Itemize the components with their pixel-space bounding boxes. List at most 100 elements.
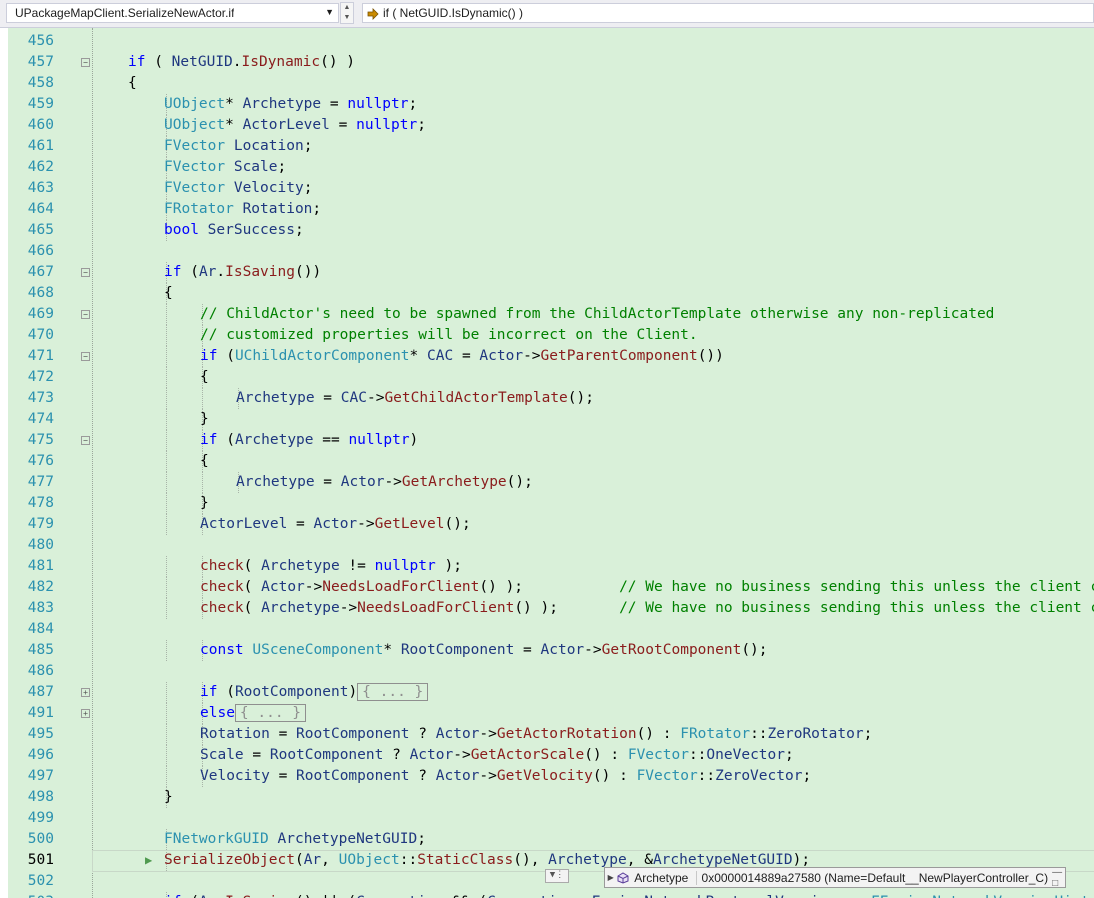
code-text: const USceneComponent* RootComponent = A… (200, 640, 768, 661)
code-token: (); (741, 642, 768, 658)
code-token: Archetype (548, 852, 627, 868)
code-token: ()) (697, 348, 724, 364)
line-number: 477 (27, 474, 54, 490)
code-line[interactable]: 470 // customized properties will be inco… (0, 325, 1094, 346)
code-line[interactable]: 474} (0, 409, 1094, 430)
code-line[interactable]: 465 bool SerSuccess; (0, 220, 1094, 241)
collapse-icon[interactable]: − (81, 436, 90, 445)
code-line[interactable]: 482 check( Actor->NeedsLoadForClient() );… (0, 577, 1094, 598)
code-line[interactable]: 469 − // ChildActor's need to be spawned f… (0, 304, 1094, 325)
code-line[interactable]: 497 Velocity = RootComponent ? Actor->Get… (0, 766, 1094, 787)
code-text: // ChildActor's need to be spawned from … (200, 304, 994, 325)
code-line[interactable]: 487 + if (RootComponent){ ... } (0, 682, 1094, 703)
line-number: 464 (27, 201, 54, 217)
code-token: if (128, 54, 146, 70)
code-token: nullptr (356, 117, 418, 133)
collapse-icon[interactable]: − (81, 58, 90, 67)
code-line[interactable]: 461 FVector Location; (0, 136, 1094, 157)
pin-icon[interactable]: —□ (1052, 867, 1065, 889)
code-text: FVector Velocity; (164, 178, 312, 199)
code-token: ; (294, 222, 304, 238)
code-line[interactable]: 503if (Ar.IsSaving() || (Connection && (… (0, 892, 1094, 898)
code-token: RootComponent (269, 747, 384, 763)
code-token: ZeroVector (715, 768, 803, 784)
code-text: Velocity = RootComponent ? Actor->GetVel… (200, 766, 811, 787)
code-line[interactable]: 471 − if (UChildActorComponent* CAC = Acto… (0, 346, 1094, 367)
code-line[interactable]: 486 (0, 661, 1094, 682)
code-line[interactable]: 478} (0, 493, 1094, 514)
code-line[interactable]: 481 check( Archetype != nullptr ); (0, 556, 1094, 577)
code-line[interactable]: 458 { (0, 73, 1094, 94)
code-text: } (200, 493, 209, 514)
collapse-icon[interactable]: − (81, 352, 90, 361)
code-line[interactable]: 479 ActorLevel = Actor->GetLevel(); (0, 514, 1094, 535)
collapsed-block[interactable]: { ... } (234, 704, 307, 722)
quick-watch-icon[interactable]: ▼⋮ (545, 869, 569, 883)
code-line[interactable]: 467 − if (Ar.IsSaving()) (0, 262, 1094, 283)
code-token: { (164, 285, 173, 301)
indent-guide (166, 493, 168, 514)
code-line[interactable]: 459 UObject* Archetype = nullptr; (0, 94, 1094, 115)
code-line[interactable]: 500 FNetworkGUID ArchetypeNetGUID; (0, 829, 1094, 850)
code-token: EngineNetworkProtocolVersion (592, 894, 836, 898)
code-text: UObject* Archetype = nullptr; (164, 94, 417, 115)
collapse-icon[interactable]: − (81, 268, 90, 277)
code-line[interactable]: 472 { (0, 367, 1094, 388)
code-token: } (200, 495, 209, 511)
expand-arrow-icon[interactable]: ▶ (605, 873, 616, 882)
code-line[interactable]: 460 UObject* ActorLevel = nullptr; (0, 115, 1094, 136)
code-line[interactable]: 491 + else{ ... } (0, 703, 1094, 724)
code-token: (); (567, 390, 594, 406)
code-token: UObject (164, 96, 226, 112)
code-line[interactable]: 466 (0, 241, 1094, 262)
code-token: IsSaving (225, 894, 295, 898)
collapse-icon[interactable]: − (81, 310, 90, 319)
code-token: -> (453, 747, 471, 763)
code-line[interactable]: 496 Scale = RootComponent ? Actor->GetAct… (0, 745, 1094, 766)
indent-guide (202, 472, 204, 493)
code-line[interactable]: 476 { (0, 451, 1094, 472)
collapsed-block[interactable]: { ... } (357, 683, 429, 701)
code-line[interactable]: 498} (0, 787, 1094, 808)
code-token: * (409, 348, 428, 364)
code-line[interactable]: 485 const USceneComponent* RootComponent … (0, 640, 1094, 661)
code-token: ( (217, 348, 235, 364)
code-token: if (164, 894, 181, 898)
datatip[interactable]: ▶ Archetype 0x0000014889a27580 (Name=Def… (604, 867, 1066, 889)
code-line[interactable]: 483 check( Archetype->NeedsLoadForClient(… (0, 598, 1094, 619)
line-number: 497 (27, 768, 54, 784)
datatip-value[interactable]: 0x0000014889a27580 (Name=Default__NewPla… (702, 871, 1049, 885)
code-line[interactable]: 495 Rotation = RootComponent ? Actor->Get… (0, 724, 1094, 745)
code-line[interactable]: 462 FVector Scale; (0, 157, 1094, 178)
expand-icon[interactable]: + (81, 688, 90, 697)
code-token: ( (217, 432, 235, 448)
code-editor[interactable]: 456 457− if ( NetGUID.IsDynamic() ) 458{459… (0, 28, 1094, 898)
code-line[interactable]: 457 − if ( NetGUID.IsDynamic() ) (0, 52, 1094, 73)
code-token: ( (181, 894, 199, 898)
scope-dropdown[interactable]: UPackageMapClient.SerializeNewActor.if ▼ (6, 3, 339, 23)
code-line[interactable]: 484 (0, 619, 1094, 640)
code-token: GetVelocity (496, 768, 593, 784)
code-token: Scale (233, 159, 278, 175)
code-line[interactable]: 463 FVector Velocity; (0, 178, 1094, 199)
code-line[interactable]: 468 { (0, 283, 1094, 304)
split-view-button[interactable]: ▲ ▼ (340, 2, 354, 24)
code-line[interactable]: 477 Archetype = Actor->GetArchetype(); (0, 472, 1094, 493)
code-token: = (453, 348, 480, 364)
code-line[interactable]: 499 (0, 808, 1094, 829)
code-token: bool (164, 222, 199, 238)
code-token: // ChildActor's need to be spawned from … (200, 306, 995, 322)
code-line[interactable]: 456 (0, 31, 1094, 52)
member-dropdown[interactable]: if ( NetGUID.IsDynamic() ) (362, 3, 1094, 23)
expand-icon[interactable]: + (81, 709, 90, 718)
code-line[interactable]: 480 (0, 535, 1094, 556)
code-line[interactable]: 473 Archetype = CAC->GetChildActorTemplat… (0, 388, 1094, 409)
code-line[interactable]: 475 − if (Archetype == nullptr) (0, 430, 1094, 451)
code-token: ? (409, 768, 436, 784)
code-line[interactable]: 464 FRotator Rotation; (0, 199, 1094, 220)
code-token: FVector (627, 747, 689, 763)
code-token: -> (479, 768, 497, 784)
code-text: FVector Scale; (164, 157, 286, 178)
indent-guide (166, 514, 168, 535)
